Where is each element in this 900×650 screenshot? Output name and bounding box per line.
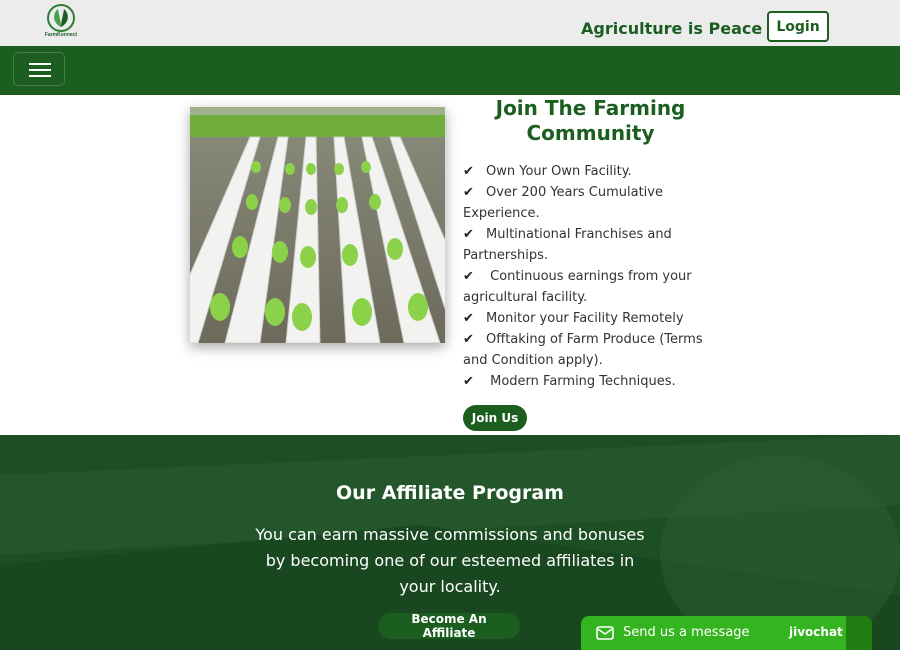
list-item: ✔ Offtaking of Farm Produce (Terms and Co…	[463, 329, 725, 371]
navbar-toggler-button[interactable]	[13, 52, 65, 86]
feature-text: Modern Farming Techniques.	[486, 374, 676, 389]
tagline: Agriculture is Peace	[581, 19, 763, 38]
affiliate-description: You can earn massive commissions and bon…	[255, 525, 645, 596]
chat-corner-decoration	[846, 616, 872, 650]
chat-brand: jivochat	[789, 625, 843, 639]
join-community-title: Join The Farming Community	[463, 96, 718, 146]
leaf-logo-icon	[47, 4, 75, 32]
hydroponic-farm-image	[190, 107, 445, 343]
logo-text: FarmKonnect	[44, 32, 78, 38]
list-item: ✔ Over 200 Years Cumulative Experience.	[463, 182, 725, 224]
check-icon: ✔	[463, 332, 474, 347]
hamburger-icon	[29, 69, 51, 71]
check-icon: ✔	[463, 164, 474, 179]
feature-text: Offtaking of Farm Produce (Terms and Con…	[463, 332, 703, 368]
feature-text: Multinational Franchises and Partnership…	[463, 227, 672, 263]
title-line: Join The Farming	[495, 96, 686, 120]
list-item: ✔ Own Your Own Facility.	[463, 161, 725, 182]
hamburger-icon	[29, 63, 51, 65]
list-item: ✔ Monitor your Facility Remotely	[463, 308, 725, 329]
navbar	[0, 46, 900, 95]
top-bar: FarmKonnect Agriculture is Peace Login	[0, 0, 900, 46]
check-icon: ✔	[463, 374, 474, 389]
feature-list: ✔ Own Your Own Facility. ✔ Over 200 Years …	[463, 161, 725, 392]
hamburger-icon	[29, 75, 51, 77]
chat-widget-button[interactable]: Send us a message jivochat	[581, 616, 872, 650]
list-item: ✔ Multinational Franchises and Partnershi…	[463, 224, 725, 266]
list-item: ✔ Continuous earnings from your agricult…	[463, 266, 725, 308]
become-affiliate-button[interactable]: Become An Affiliate	[378, 612, 520, 640]
feature-text: Continuous earnings from your agricultur…	[463, 269, 692, 305]
feature-text: Over 200 Years Cumulative Experience.	[463, 185, 663, 221]
title-line: Community	[526, 121, 655, 145]
check-icon: ✔	[463, 269, 474, 284]
check-icon: ✔	[463, 227, 474, 242]
check-icon: ✔	[463, 185, 474, 200]
envelope-icon	[596, 626, 614, 640]
chat-label: Send us a message	[623, 625, 750, 640]
site-logo[interactable]: FarmKonnect	[40, 3, 82, 41]
login-button[interactable]: Login	[767, 11, 829, 42]
affiliate-title: Our Affiliate Program	[336, 482, 564, 504]
feature-text: Own Your Own Facility.	[486, 164, 632, 179]
feature-text: Monitor your Facility Remotely	[486, 311, 684, 326]
join-us-button[interactable]: Join Us	[463, 405, 527, 431]
list-item: ✔ Modern Farming Techniques.	[463, 371, 725, 392]
check-icon: ✔	[463, 311, 474, 326]
